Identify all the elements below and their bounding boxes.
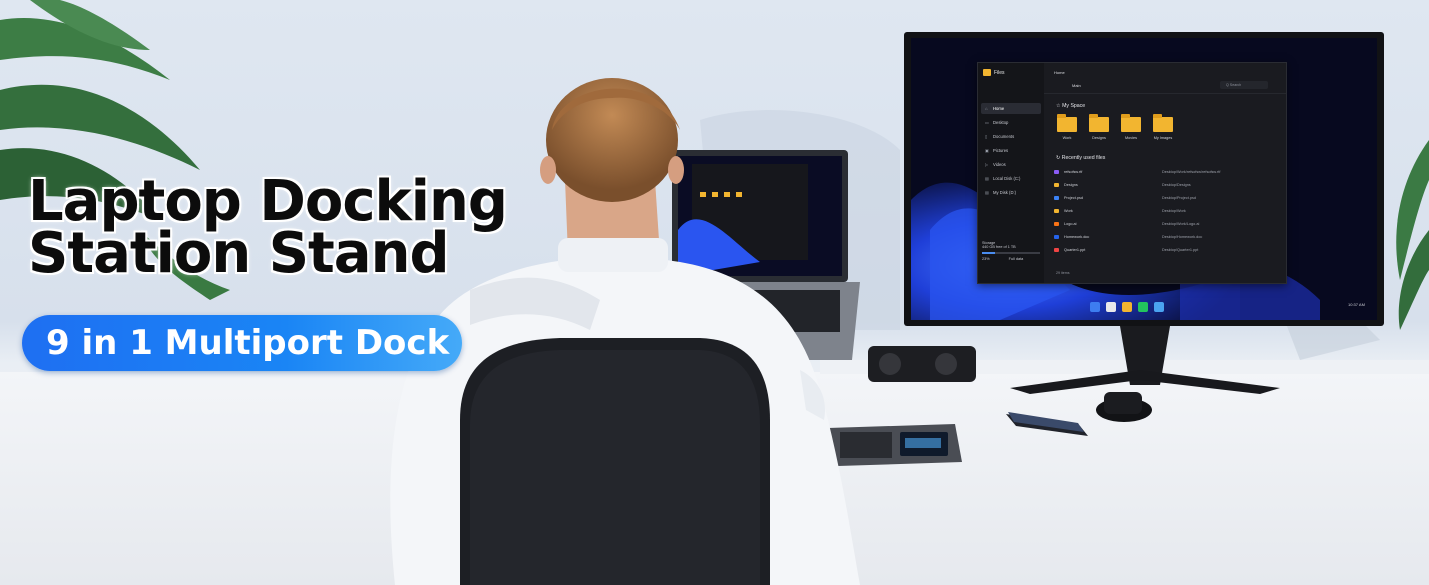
file-name: Designs [1064,183,1078,187]
file-path: Desktop/Project.psd [1162,196,1196,200]
files-toolbar: Home Main Q Search [1044,63,1286,94]
recent-file-row: Logo.ai Desktop/Work/Logo.ai [1054,219,1278,229]
file-path: Desktop/Work/refsofsw/refsofsw.rtf [1162,170,1221,174]
storage-bar [982,252,1040,254]
folder-work: Work [1056,114,1078,140]
file-path: Desktop/Work/Logo.ai [1162,222,1200,226]
file-icon [1054,222,1059,226]
sidebar-item-desktop: ▭ Desktop [981,117,1041,128]
drive-icon: ▤ [985,190,989,195]
keyboard [828,424,962,466]
search-input: Q Search [1220,81,1268,89]
my-space-title: ☆ My Space [1056,103,1086,109]
file-name: Logo.ai [1064,222,1077,226]
drive-icon: ▤ [985,176,989,181]
folder-designs: Designs [1088,114,1110,140]
file-path: Desktop/Work [1162,209,1186,213]
storage-detail: 440 GB free of 1 TB [982,245,1016,249]
app-title: Files [994,70,1005,76]
sidebar-item-documents: ▯ Documents [981,131,1041,142]
plant-right [1396,140,1429,330]
recent-file-row: Work Desktop/Work [1054,206,1278,216]
sidebar-item-local-disk: ▤ Local Disk (C:) [981,173,1041,184]
tab-home: Home [1054,70,1065,75]
recent-file-row: Project.psd Desktop/Project.psd [1054,193,1278,203]
file-path: Desktop/Designs [1162,183,1191,187]
storage-percent: 23% [982,257,990,261]
sidebar-item-home: ⌂ Home [981,103,1041,114]
recent-files-title: ↻ Recently used files [1056,155,1106,161]
file-name: Homework.doc [1064,235,1090,239]
file-icon [1054,196,1059,200]
storage-panel: Storage 440 GB free of 1 TB 23% Full dat… [982,241,1040,261]
files-sidebar: Files ⌂ Home ▭ Desktop ▯ Documents ▣ Picture… [978,63,1044,283]
file-icon [1054,248,1059,252]
home-icon: ⌂ [985,106,988,111]
file-name: refsofsw.rtf [1064,170,1083,174]
video-icon: ▷ [985,162,989,167]
docking-station [868,346,976,382]
items-count: 29 items [1056,271,1070,275]
file-name: Project.psd [1064,196,1083,200]
headline-line-2: Station Stand [28,221,450,286]
file-name: Quarter1.ppt [1064,248,1086,252]
folder-icon [1057,114,1077,132]
recent-file-row: Designs Desktop/Designs [1054,180,1278,190]
sidebar-item-videos: ▷ Videos [981,159,1041,170]
recent-file-row: Quarter1.ppt Desktop/Quarter1.ppt [1054,245,1278,255]
document-icon: ▯ [985,134,988,139]
banner-scene: Laptop Docking Station Stand 9 in 1 Mult… [0,0,1429,585]
headline: Laptop Docking Station Stand [28,174,508,286]
file-icon [1054,209,1059,213]
file-path: Desktop/Quarter1.ppt [1162,248,1199,252]
folder-icon [1089,114,1109,132]
file-icon [1054,235,1059,239]
folder-icon [1121,114,1141,132]
files-main-pane: Home Main Q Search ☆ My Space Work Desig… [1044,63,1286,283]
files-app-window: Files ⌂ Home ▭ Desktop ▯ Documents ▣ Picture… [977,62,1287,284]
sidebar-item-my-disk: ▤ My Disk (D:) [981,187,1041,198]
image-icon: ▣ [985,148,989,153]
recent-file-row: refsofsw.rtf Desktop/Work/refsofsw/refsof… [1054,167,1278,177]
recent-file-row: Homework.doc Desktop/Homework.doc [1054,232,1278,242]
sidebar-item-pictures: ▣ Pictures [981,145,1041,156]
folder-icon [983,69,991,76]
file-icon [1054,170,1059,174]
file-path: Desktop/Homework.doc [1162,235,1203,239]
desktop-icon: ▭ [985,120,989,125]
file-name: Work [1064,209,1073,213]
taskbar-clock: 10:37 AM [1348,302,1365,307]
multiport-badge: 9 in 1 Multiport Dock [22,315,462,371]
office-chair [460,338,770,585]
storage-action: Full data [1008,257,1024,261]
folder-icon [1153,114,1173,132]
breadcrumb: Main [1072,83,1081,88]
file-icon [1054,183,1059,187]
folder-my-images: My Images [1152,114,1174,140]
folder-movies: Movies [1120,114,1142,140]
